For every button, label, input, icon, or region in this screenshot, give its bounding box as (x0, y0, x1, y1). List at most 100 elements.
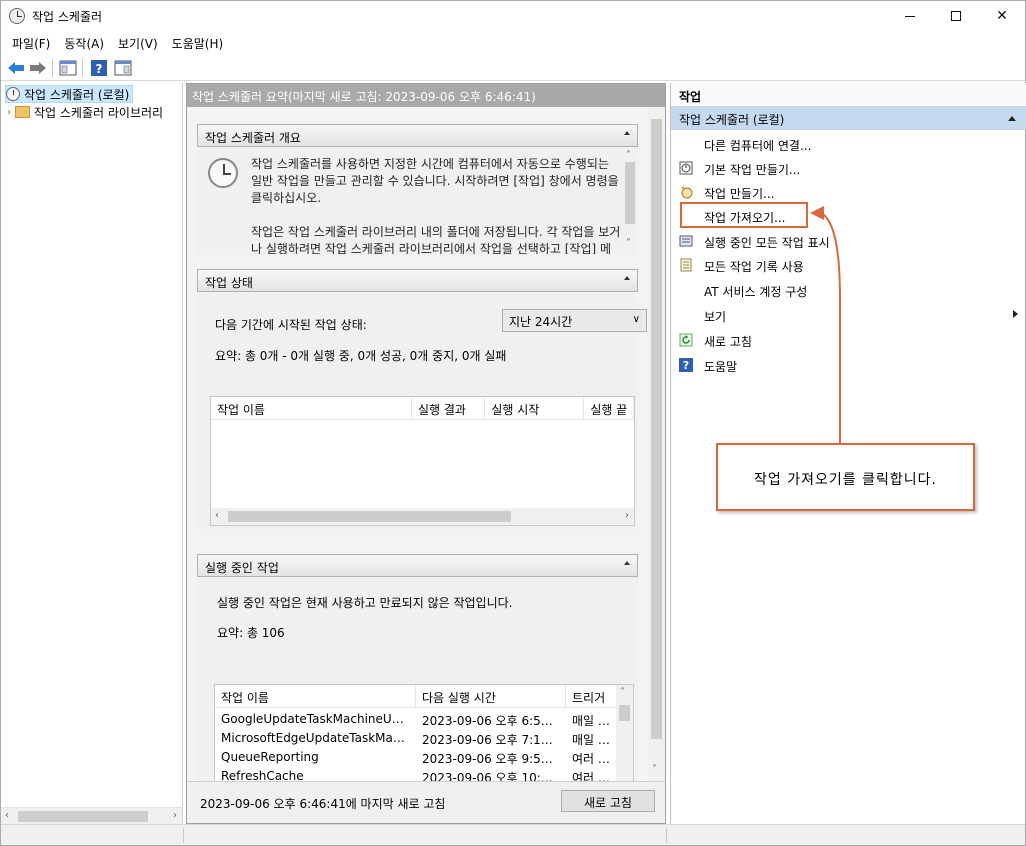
action-label: 모든 작업 기록 사용 (704, 260, 804, 274)
running-tasks-section-header[interactable]: 실행 중인 작업 (197, 554, 638, 577)
tree-item-label: 작업 스케줄러 라이브러리 (34, 105, 164, 120)
table-row[interactable]: RefreshCache 2023-09-06 오후 10:55... 여러 개… (215, 767, 618, 781)
clock-icon (6, 87, 20, 101)
collapse-caret-icon[interactable] (624, 561, 630, 565)
overview-scrollbar[interactable]: ˄ ˅ (622, 148, 638, 254)
scroll-left-icon[interactable]: ‹ (5, 810, 9, 821)
menu-action[interactable]: 동작(A) (57, 32, 111, 53)
column-run-result[interactable]: 실행 결과 (412, 397, 486, 420)
menu-file[interactable]: 파일(F) (5, 32, 57, 53)
task-scheduler-window: 작업 스케줄러 ✕ 파일(F) 동작(A) 보기(V) 도움말(H) ? 작업 … (0, 0, 1026, 846)
column-task-name[interactable]: 작업 이름 (215, 685, 416, 708)
menu-bar: 파일(F) 동작(A) 보기(V) 도움말(H) (1, 32, 1025, 53)
scroll-down-icon[interactable]: ˅ (626, 238, 631, 249)
column-run-end[interactable]: 실행 끝 (584, 397, 634, 420)
column-next-run-time[interactable]: 다음 실행 시간 (416, 685, 566, 708)
next-run-cell: 2023-09-06 오후 7:16:... (422, 733, 564, 747)
chevron-right-icon[interactable]: › (7, 107, 11, 118)
clock-icon (208, 158, 238, 188)
column-task-name[interactable]: 작업 이름 (211, 397, 412, 420)
actions-title: 작업 (671, 83, 1026, 107)
refresh-button[interactable]: 새로 고침 (561, 790, 655, 812)
action-label: 도움말 (704, 360, 738, 374)
action-enable-task-history[interactable]: 모든 작업 기록 사용 (671, 253, 1026, 277)
submenu-arrow-icon (1013, 310, 1018, 318)
svg-text:?: ? (683, 359, 689, 372)
scroll-right-icon[interactable]: › (625, 510, 629, 521)
running-tasks-summary: 요약: 총 106 (217, 626, 285, 640)
collapse-caret-icon[interactable] (624, 276, 630, 280)
action-display-running-tasks[interactable]: 실행 중인 모든 작업 표시 (671, 229, 1026, 253)
trigger-cell: 여러 개의 (572, 771, 618, 781)
vertical-scrollbar[interactable]: ˄ (616, 685, 633, 781)
status-bar-separator (183, 828, 184, 843)
column-trigger[interactable]: 트리거 (566, 685, 618, 708)
task-status-section-header[interactable]: 작업 상태 (197, 269, 638, 292)
instruction-callout: 작업 가져오기를 클릭합니다. (716, 443, 975, 511)
scrollbar-thumb[interactable] (619, 705, 630, 721)
maximize-button[interactable] (933, 1, 979, 31)
status-period-value: 지난 24시간 (509, 315, 573, 329)
scroll-up-icon[interactable]: ˄ (626, 150, 631, 161)
overview-body: 작업 스케줄러를 사용하면 지정한 시간에 컴퓨터에서 자동으로 수행되는 일반… (197, 148, 638, 254)
toolbar-separator (52, 59, 53, 77)
scroll-up-icon[interactable]: ˄ (620, 687, 625, 698)
close-button[interactable]: ✕ (979, 1, 1025, 31)
minimize-button[interactable] (887, 1, 933, 31)
table-row[interactable]: QueueReporting 2023-09-06 오후 9:52:... 여러… (215, 748, 618, 767)
section-title: 실행 중인 작업 (205, 561, 279, 575)
horizontal-scrollbar[interactable]: ‹ › (211, 508, 634, 525)
action-label: 작업 만들기... (704, 187, 775, 201)
scrollbar-thumb[interactable] (625, 162, 635, 224)
trigger-cell: 여러 개의 (572, 752, 618, 766)
action-create-task[interactable]: 작업 만들기... (671, 180, 1026, 204)
close-icon: ✕ (996, 8, 1008, 24)
horizontal-scrollbar[interactable]: ‹ › (1, 807, 182, 824)
action-connect-other-computer[interactable]: 다른 컴퓨터에 연결... (671, 132, 1026, 156)
action-label: 기본 작업 만들기... (704, 163, 801, 177)
trigger-cell: 매일 오후 (572, 714, 618, 728)
back-button[interactable] (6, 58, 26, 78)
action-pane-icon (114, 60, 132, 76)
actions-group-header[interactable]: 작업 스케줄러 (로컬) (671, 107, 1026, 130)
overview-text: 작업 스케줄러를 사용하면 지정한 시간에 컴퓨터에서 자동으로 수행되는 일반… (251, 156, 621, 254)
overview-section: 작업 스케줄러 개요 작업 스케줄러를 사용하면 지정한 시간에 컴퓨터에서 자… (197, 124, 638, 255)
menu-view[interactable]: 보기(V) (111, 32, 165, 53)
scroll-right-icon[interactable]: › (173, 810, 177, 821)
create-task-icon (681, 186, 693, 199)
help-button[interactable]: ? (89, 58, 109, 78)
action-label: 실행 중인 모든 작업 표시 (704, 236, 830, 250)
action-refresh[interactable]: 새로 고침 (671, 328, 1026, 352)
task-status-list[interactable]: 작업 이름 실행 결과 실행 시작 실행 끝 ‹ › (210, 396, 635, 526)
action-help[interactable]: ? 도움말 (671, 353, 1026, 377)
forward-button[interactable] (28, 58, 48, 78)
scrollbar-thumb[interactable] (651, 119, 662, 739)
menu-help[interactable]: 도움말(H) (165, 32, 231, 53)
collapse-caret-icon[interactable] (1008, 116, 1016, 121)
table-row[interactable]: GoogleUpdateTaskMachineUA{F2... 2023-09-… (215, 710, 618, 729)
clock-icon (9, 8, 25, 24)
toolbar-separator (82, 59, 83, 77)
status-period-select[interactable]: 지난 24시간 ∨ (502, 309, 647, 332)
scrollbar-thumb[interactable] (18, 811, 148, 822)
action-create-basic-task[interactable]: 기본 작업 만들기... (671, 156, 1026, 180)
tree-item-task-scheduler-library[interactable]: › 작업 스케줄러 라이브러리 (7, 103, 163, 121)
action-label: 다른 컴퓨터에 연결... (704, 139, 812, 153)
action-view[interactable]: 보기 (671, 303, 1026, 327)
table-row[interactable]: MicrosoftEdgeUpdateTaskMachin... 2023-09… (215, 729, 618, 748)
column-run-start[interactable]: 실행 시작 (485, 397, 585, 420)
action-at-service-account[interactable]: AT 서비스 계정 구성 (671, 278, 1026, 302)
show-hide-action-pane-button[interactable] (113, 58, 133, 78)
collapse-caret-icon[interactable] (624, 131, 630, 135)
task-status-section: 작업 상태 다음 기간에 시작된 작업 상태: 지난 24시간 ∨ 요약: 총 … (197, 269, 647, 529)
scroll-down-icon[interactable]: ˅ (652, 764, 657, 775)
show-hide-console-tree-button[interactable] (58, 58, 78, 78)
basic-task-icon (679, 161, 693, 175)
summary-vertical-scrollbar[interactable]: ˅ (648, 107, 665, 781)
tree-item-task-scheduler-local[interactable]: 작업 스케줄러 (로컬) (5, 85, 134, 103)
scrollbar-thumb[interactable] (228, 511, 511, 522)
running-tasks-section: 실행 중인 작업 실행 중인 작업은 현재 사용하고 만료되지 않은 작업입니다… (197, 554, 638, 781)
overview-section-header[interactable]: 작업 스케줄러 개요 (197, 124, 638, 147)
scroll-left-icon[interactable]: ‹ (215, 510, 219, 521)
running-tasks-list[interactable]: 작업 이름 다음 실행 시간 트리거 GoogleUpdateTaskMachi… (214, 684, 634, 781)
